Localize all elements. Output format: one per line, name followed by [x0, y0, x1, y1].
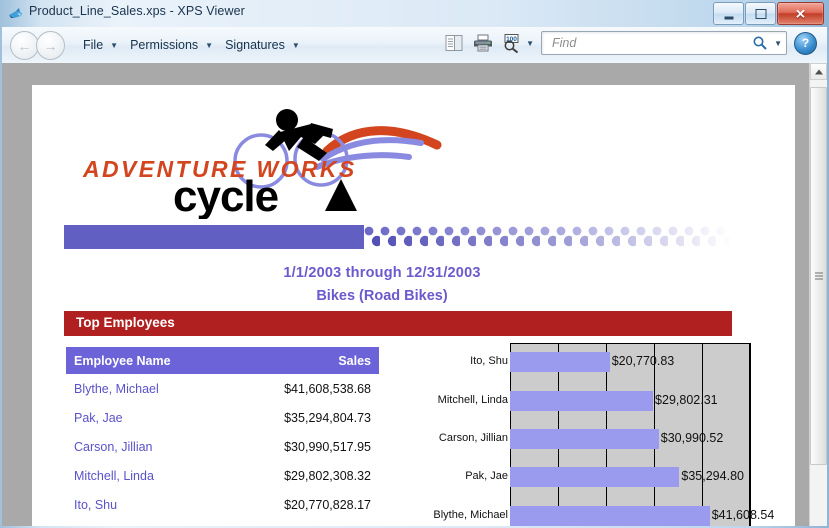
report-title: 1/1/2003 through 12/31/2003 — [283, 265, 481, 281]
chart-category-label: Pak, Jae — [465, 470, 508, 483]
table-row: Blythe, Michael $41,608,538.68 — [66, 374, 379, 403]
chart-category-label: Carson, Jillian — [438, 432, 508, 444]
top-employees-bar-chart: Ito, Shu $20,770.83 Mitchell, Linda $29,802… — [402, 343, 774, 526]
maximize-icon — [755, 8, 766, 19]
chart-gridline — [750, 343, 751, 526]
chart-category-label: Blythe, Michael — [433, 508, 508, 521]
chart-bar — [510, 390, 654, 411]
report-subtitle: Bikes (Road Bikes) — [316, 288, 448, 304]
column-header-employee-name: Employee Name — [66, 347, 230, 374]
title-bar[interactable]: Product_Line_Sales.xps - XPS Viewer ✕ — [0, 0, 829, 27]
decorative-banner — [64, 225, 732, 249]
scrollbar-thumb[interactable] — [810, 87, 827, 465]
close-button[interactable]: ✕ — [777, 2, 824, 25]
menu-permissions-label: Permissions — [130, 38, 199, 52]
menu-signatures[interactable]: Signatures ▼ — [219, 36, 306, 54]
back-button[interactable]: ← — [10, 31, 39, 60]
xps-viewer-icon — [9, 8, 22, 18]
cell-sales: $30,990,517.95 — [284, 439, 371, 454]
table-row: Ito, Shu $20,770,828.17 — [66, 490, 379, 519]
chevron-down-icon: ▼ — [291, 40, 300, 50]
minimize-icon — [724, 16, 733, 19]
menu-file-label: File — [83, 38, 104, 52]
svg-text:cycle: cycle — [173, 172, 278, 219]
minimize-button[interactable] — [713, 2, 744, 25]
chart-data-label: $30,990.52 — [660, 431, 724, 445]
cell-sales: $29,802,308.32 — [284, 468, 371, 483]
search-icon[interactable] — [752, 35, 768, 51]
cell-sales: $35,294,804.73 — [284, 410, 371, 425]
window-title: Product_Line_Sales.xps - XPS Viewer — [29, 4, 245, 18]
menu-signatures-label: Signatures — [225, 38, 285, 52]
chevron-down-icon: ▼ — [774, 38, 782, 48]
cell-employee-name: Mitchell, Linda — [74, 468, 154, 483]
back-arrow-icon: ← — [17, 37, 32, 54]
cell-sales: $20,770,828.17 — [284, 497, 371, 512]
maximize-button[interactable] — [745, 2, 776, 25]
cell-employee-name: Carson, Jillian — [74, 439, 153, 454]
menu-bar: File ▼ Permissions ▼ Signatures ▼ — [77, 36, 306, 54]
print-icon[interactable] — [472, 31, 494, 55]
chart-data-label: $35,294.80 — [681, 469, 744, 484]
help-button[interactable]: ? — [794, 31, 817, 55]
chart-bar — [510, 467, 680, 488]
section-title: Top Employees — [76, 315, 175, 330]
cell-employee-name: Blythe, Michael — [74, 381, 159, 396]
help-icon: ? — [801, 36, 810, 50]
banner-solid — [64, 225, 364, 249]
forward-button[interactable]: → — [36, 31, 65, 60]
banner-halftone — [364, 225, 732, 249]
chart-data-label: $41,608.54 — [711, 507, 775, 522]
chevron-down-icon: ▼ — [205, 40, 214, 50]
column-header-sales: Sales — [229, 347, 379, 374]
table-header-row: Employee Name Sales — [66, 347, 379, 374]
chart-bar — [510, 352, 610, 373]
cell-employee-name: Ito, Shu — [74, 497, 118, 512]
search-input[interactable] — [550, 35, 753, 51]
chart-category-label: Ito, Shu — [470, 355, 508, 368]
zoom-icon[interactable]: 100 — [501, 31, 523, 55]
table-row: Carson, Jillian $30,990,517.95 — [66, 432, 379, 461]
document-viewport[interactable]: ADVENTURE WORKS cycle 1/1/2003 through 1… — [2, 63, 812, 526]
menu-permissions[interactable]: Permissions ▼ — [124, 36, 219, 54]
find-box[interactable]: ▼ — [541, 31, 787, 55]
document-page: ADVENTURE WORKS cycle 1/1/2003 through 1… — [32, 85, 795, 526]
chart-data-label: $29,802.31 — [655, 392, 718, 407]
chart-category-label: Mitchell, Linda — [437, 393, 508, 406]
navigation-buttons: ← → — [10, 31, 65, 60]
toolbar-right-group: 100 ▼ ▼ ? — [443, 31, 817, 55]
grip-icon — [814, 272, 823, 280]
xps-viewer-window: Product_Line_Sales.xps - XPS Viewer ✕ ← … — [0, 0, 829, 528]
cell-sales: $41,608,538.68 — [284, 381, 371, 396]
close-icon: ✕ — [795, 6, 806, 21]
triangle-up-icon — [814, 69, 823, 74]
adventure-works-cycles-logo: ADVENTURE WORKS cycle — [82, 109, 442, 219]
scroll-up-button[interactable] — [810, 63, 827, 80]
caption-buttons: ✕ — [713, 2, 824, 25]
chevron-down-icon: ▼ — [110, 40, 119, 50]
table-row: Pak, Jae $35,294,804.73 — [66, 403, 379, 432]
section-header-bar: Top Employees — [64, 311, 732, 336]
toolbar: ← → File ▼ Permissions ▼ Signatures ▼ 10… — [2, 27, 827, 64]
chart-data-label: $20,770.83 — [611, 354, 675, 369]
vertical-scrollbar[interactable] — [809, 63, 827, 526]
zoom-control[interactable]: 100 ▼ — [501, 31, 534, 55]
chart-bar — [510, 429, 659, 449]
chevron-down-icon: ▼ — [526, 38, 534, 48]
top-employees-table: Employee Name Sales Blythe, Michael $41,… — [66, 347, 379, 519]
chart-bar — [510, 505, 710, 526]
outline-pane-icon[interactable] — [443, 31, 465, 55]
table-row: Mitchell, Linda $29,802,308.32 — [66, 461, 379, 490]
forward-arrow-icon: → — [43, 37, 58, 54]
menu-file[interactable]: File ▼ — [77, 36, 124, 54]
cell-employee-name: Pak, Jae — [74, 410, 123, 425]
